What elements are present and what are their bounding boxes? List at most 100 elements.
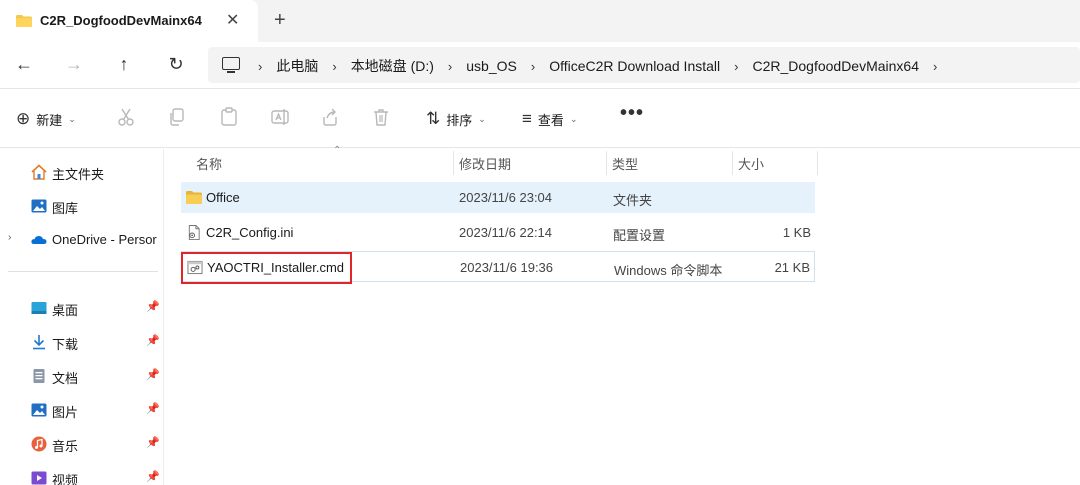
sidebar-item-videos[interactable]: 视频 📌 (0, 465, 164, 485)
file-modified: 2023/11/6 19:36 (460, 260, 554, 275)
sort-button[interactable]: ⇅ 排序 ⌄ (426, 109, 486, 129)
tab-title: C2R_DogfoodDevMainx64 (40, 13, 202, 28)
pin-icon[interactable]: 📌 (146, 300, 160, 313)
sort-button-label: 排序 (446, 112, 473, 128)
sidebar-item-gallery[interactable]: 图库 (0, 193, 164, 219)
sidebar-item-onedrive[interactable]: › OneDrive - Persor (0, 227, 164, 253)
more-options-icon[interactable]: ••• (620, 102, 644, 125)
chevron-down-icon: ⌄ (569, 113, 578, 124)
column-header-size[interactable]: 大小 (732, 149, 815, 179)
sort-icon: ⇅ (426, 109, 441, 128)
sidebar-item-label: 下载 (52, 337, 79, 352)
refresh-icon[interactable]: ↻ (166, 54, 186, 75)
new-tab-button[interactable]: + (274, 9, 286, 32)
command-bar: ⊕ 新建 ⌄ ⇅ 排序 ⌄ ≡ 查看 ⌄ ••• (0, 88, 1080, 148)
sidebar-item-label: 视频 (52, 473, 79, 485)
breadcrumb-separator[interactable]: › (448, 59, 452, 74)
pin-icon[interactable]: 📌 (146, 334, 160, 347)
pin-icon[interactable]: 📌 (146, 436, 160, 449)
desktop-icon (31, 302, 47, 314)
sidebar-divider (8, 271, 158, 272)
close-tab-icon[interactable]: ✕ (226, 10, 239, 30)
sidebar-item-label: OneDrive - Persor (52, 232, 157, 247)
share-icon[interactable] (320, 107, 340, 127)
column-divider[interactable] (817, 151, 818, 175)
delete-icon[interactable] (371, 107, 391, 127)
tab-strip: C2R_DogfoodDevMainx64 ✕ + (0, 0, 1080, 42)
sidebar-item-desktop[interactable]: 桌面 📌 (0, 295, 164, 321)
sidebar-item-downloads[interactable]: 下载 📌 (0, 329, 164, 355)
sidebar-item-label: 文档 (52, 371, 79, 386)
onedrive-icon (31, 236, 47, 244)
sidebar-item-label: 主文件夹 (52, 167, 105, 182)
sidebar-item-label: 桌面 (52, 303, 79, 318)
table-row[interactable]: C2R_Config.ini 2023/11/6 22:14 配置设置 1 KB (181, 217, 815, 248)
config-file-icon (188, 225, 200, 240)
chevron-right-icon[interactable]: › (8, 232, 11, 243)
breadcrumb-officec2r[interactable]: OfficeC2R Download Install (549, 58, 720, 74)
sidebar-item-label: 图库 (52, 201, 79, 216)
documents-icon (33, 369, 45, 383)
sidebar-item-label: 音乐 (52, 439, 79, 454)
breadcrumb-separator[interactable]: › (734, 59, 738, 74)
gallery-icon (31, 199, 47, 213)
view-button-label: 查看 (537, 112, 564, 128)
breadcrumb-separator[interactable]: › (531, 59, 535, 74)
pin-icon[interactable]: 📌 (146, 368, 160, 381)
music-icon (31, 436, 47, 452)
new-button-label: 新建 (36, 112, 63, 128)
file-name: C2R_Config.ini (206, 225, 294, 240)
new-button[interactable]: ⊕ 新建 ⌄ (16, 109, 76, 129)
sidebar-item-pictures[interactable]: 图片 📌 (0, 397, 164, 423)
breadcrumb-local-disk[interactable]: 本地磁盘 (D:) (351, 56, 434, 76)
breadcrumb-separator[interactable]: › (332, 59, 336, 74)
pin-icon[interactable]: 📌 (146, 470, 160, 483)
breadcrumb-usb-os[interactable]: usb_OS (466, 58, 517, 74)
file-size: 21 KB (774, 260, 810, 275)
view-icon: ≡ (522, 109, 532, 128)
navigation-bar: ← → ↑ ↻ › 此电脑 › 本地磁盘 (D:) › usb_OS › Off… (0, 42, 1080, 88)
column-header-name[interactable]: 名称 ⌃ (181, 145, 451, 179)
up-icon[interactable]: ↑ (114, 54, 134, 75)
chevron-down-icon: ⌄ (478, 113, 486, 124)
file-modified: 2023/11/6 23:04 (459, 190, 553, 205)
sidebar-item-music[interactable]: 音乐 📌 (0, 431, 164, 457)
table-row[interactable]: Office 2023/11/6 23:04 文件夹 (181, 182, 815, 213)
tab-active[interactable]: C2R_DogfoodDevMainx64 ✕ (0, 0, 258, 42)
sort-ascending-icon: ⌃ (333, 145, 342, 156)
home-icon (31, 164, 47, 180)
cut-icon[interactable] (116, 107, 136, 127)
breadcrumb: › 此电脑 › 本地磁盘 (D:) › usb_OS › OfficeC2R D… (258, 56, 951, 76)
pictures-icon (31, 403, 47, 417)
file-size: 1 KB (782, 225, 811, 240)
annotation-highlight-box (181, 252, 352, 284)
chevron-down-icon: ⌄ (68, 113, 76, 124)
breadcrumb-separator[interactable]: › (258, 59, 262, 74)
copy-icon[interactable] (167, 107, 187, 127)
add-icon: ⊕ (16, 109, 31, 128)
forward-icon[interactable]: → (64, 54, 84, 75)
column-header-type[interactable]: 类型 (606, 149, 733, 179)
sidebar-item-documents[interactable]: 文档 📌 (0, 363, 164, 389)
column-label: 类型 (612, 157, 639, 172)
breadcrumb-this-pc[interactable]: 此电脑 (276, 56, 318, 76)
pin-icon[interactable]: 📌 (146, 402, 160, 415)
paste-icon[interactable] (219, 107, 239, 127)
column-header-modified[interactable]: 修改日期 (453, 149, 605, 179)
file-type: Windows 命令脚本 (614, 263, 723, 278)
breadcrumb-current-folder[interactable]: C2R_DogfoodDevMainx64 (752, 58, 919, 74)
sidebar-item-home[interactable]: 主文件夹 (0, 159, 164, 185)
computer-icon (222, 57, 240, 73)
address-bar[interactable]: › 此电脑 › 本地磁盘 (D:) › usb_OS › OfficeC2R D… (208, 47, 1080, 83)
navigation-pane: 主文件夹 图库 › OneDrive - Persor 桌面 📌 下载 📌 文档… (0, 149, 164, 485)
folder-icon (186, 191, 202, 204)
rename-icon[interactable] (270, 107, 290, 127)
back-icon[interactable]: ← (14, 54, 34, 75)
breadcrumb-end-chevron-icon[interactable]: › (933, 59, 937, 74)
download-icon (33, 335, 45, 350)
sidebar-item-label: 图片 (52, 405, 79, 420)
file-type: 文件夹 (613, 193, 653, 208)
file-list: 名称 ⌃ 修改日期 类型 大小 Office 2023/11/6 23:04 文… (165, 145, 1080, 485)
column-label: 修改日期 (459, 157, 512, 172)
view-button[interactable]: ≡ 查看 ⌄ (522, 109, 577, 129)
